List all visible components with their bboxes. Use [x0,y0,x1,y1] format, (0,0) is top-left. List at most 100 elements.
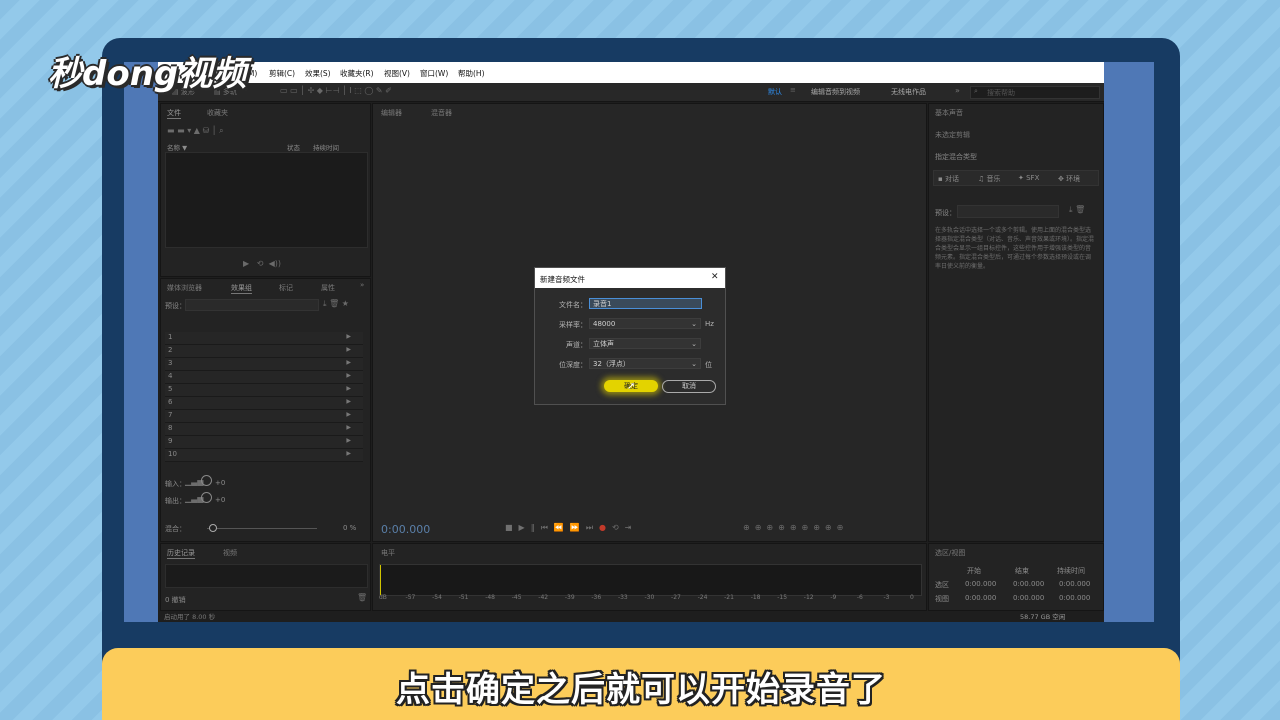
level-scale-tick: dB [379,594,387,601]
effect-slot-10[interactable]: 10 ▶ [165,449,363,462]
bitdepth-select[interactable]: 32（浮点） ⌄ [589,358,701,369]
tab-levels[interactable]: 电平 [381,548,395,558]
menu-clip[interactable]: 剪辑(C) [269,68,295,79]
workspace-radio[interactable]: 无线电作品 [891,87,926,97]
tab-properties[interactable]: 属性 [321,283,335,293]
selection-start[interactable]: 0:00.000 [965,580,996,588]
effect-slot-2[interactable]: 2 ▶ [165,345,363,358]
slot-number: 7 [168,411,173,419]
output-knob[interactable] [201,492,212,503]
view-end[interactable]: 0:00.000 [1013,594,1044,602]
view-duration[interactable]: 0:00.000 [1059,594,1090,602]
toolbar-tools-icons[interactable]: ▭ ▭ │ ✢ ◆ ⊢⊣ │ I ⬚ ◯ ✎ ✐ [280,86,392,95]
slot-arrow-icon[interactable]: ▶ [346,346,351,353]
slot-arrow-icon[interactable]: ▶ [346,398,351,405]
slot-arrow-icon[interactable]: ▶ [346,372,351,379]
workspace-edit-video[interactable]: 编辑音频到视频 [811,87,860,97]
tab-video[interactable]: 视频 [223,548,237,558]
col-duration[interactable]: 持续时间 [313,142,339,152]
tab-mixer[interactable]: 混音器 [431,108,452,118]
effect-slot-9[interactable]: 9 ▶ [165,436,363,449]
panel-overflow-icon[interactable]: » [360,281,364,289]
search-help-input[interactable]: ⌕ 搜索帮助 [970,86,1100,99]
tab-markers[interactable]: 标记 [279,283,293,293]
menu-help[interactable]: 帮助(H) [458,68,485,79]
channels-select[interactable]: 立体声 ⌄ [589,338,701,349]
menu-favorites[interactable]: 收藏夹(R) [340,68,374,79]
col-name[interactable]: 名称 ▼ [167,142,187,152]
tab-favorites[interactable]: 收藏夹 [207,108,228,118]
menu-effects[interactable]: 效果(S) [305,68,331,79]
col-duration: 持续时间 [1057,567,1085,575]
type-dialogue-button[interactable]: ▪ 对话 [938,174,959,184]
col-status[interactable]: 状态 [287,142,300,152]
slot-number: 5 [168,385,173,393]
effect-slot-7[interactable]: 7 ▶ [165,410,363,423]
type-ambience-button[interactable]: ✥ 环境 [1058,174,1080,184]
es-preset-label: 预设： [935,209,956,217]
files-toolbar-icons[interactable]: ▬ ▬ ▾ ▲ ⛁ │ ⌕ [167,126,224,136]
cancel-button[interactable]: 取消 [662,380,716,393]
selection-row-label: 选区 [935,581,949,589]
level-scale-tick: -36 [591,594,602,601]
files-playback-icons[interactable]: ▶ ⟲ ◀)) [243,259,281,268]
workspace-menu-icon[interactable]: ≡ [790,86,796,94]
selection-duration[interactable]: 0:00.000 [1059,580,1090,588]
filename-input[interactable]: 录音1 [589,298,702,309]
files-list[interactable] [165,152,368,248]
essential-sound-description: 在多轨会话中选择一个或多个剪辑。使用上面的混合类型选择器指定混合类型（对话、音乐… [935,227,1095,270]
slot-arrow-icon[interactable]: ▶ [346,424,351,431]
input-knob[interactable] [201,475,212,486]
menu-view[interactable]: 视图(V) [384,68,410,79]
chevron-down-icon: ⌄ [691,360,697,368]
slot-arrow-icon[interactable]: ▶ [346,333,351,340]
view-start[interactable]: 0:00.000 [965,594,996,602]
view-row-label: 视图 [935,595,949,603]
slot-arrow-icon[interactable]: ▶ [346,411,351,418]
zoom-controls[interactable]: ⊕⊕⊕⊕⊕⊕⊕⊕⊕ [743,523,848,532]
slot-arrow-icon[interactable]: ▶ [346,359,351,366]
tab-effects-rack[interactable]: 效果组 [231,283,252,294]
record-icon[interactable]: ● [599,523,612,532]
close-icon[interactable]: ✕ [711,272,719,282]
effect-slot-8[interactable]: 8 ▶ [165,423,363,436]
type-sfx-button[interactable]: ✦ SFX [1018,174,1039,182]
slot-arrow-icon[interactable]: ▶ [346,385,351,392]
disk-space: 58.77 GB 空闲 [1020,613,1066,621]
slot-arrow-icon[interactable]: ▶ [346,450,351,457]
tab-files[interactable]: 文件 [167,108,181,119]
selection-end[interactable]: 0:00.000 [1013,580,1044,588]
preset-dropdown[interactable] [185,299,319,311]
preset-action-icons[interactable]: ⤓ 🗑 ★ [323,299,349,309]
effect-slot-5[interactable]: 5 ▶ [165,384,363,397]
mix-slider[interactable] [207,528,317,529]
history-list[interactable] [165,564,368,588]
tab-editor[interactable]: 编辑器 [381,108,402,118]
slot-arrow-icon[interactable]: ▶ [346,437,351,444]
bitdepth-label: 位深度： [559,361,587,369]
effect-slot-3[interactable]: 3 ▶ [165,358,363,371]
es-preset-dropdown[interactable] [957,205,1059,218]
es-preset-icons[interactable]: ⤓ 🗑 [1069,205,1085,215]
effect-slot-4[interactable]: 4 ▶ [165,371,363,384]
mix-slider-handle[interactable] [209,524,217,532]
slot-number: 10 [168,450,177,458]
tab-history[interactable]: 历史记录 [167,548,195,559]
workspace-overflow-icon[interactable]: » [955,86,960,95]
samplerate-select[interactable]: 48000 ⌄ [589,318,701,329]
type-music-button[interactable]: ♫ 音乐 [978,174,1001,184]
level-meter [379,564,922,596]
bitdepth-value: 32（浮点） [593,360,630,368]
input-value: +0 [215,479,226,487]
level-scale-tick: -12 [803,594,814,601]
slot-number: 3 [168,359,173,367]
effect-slot-6[interactable]: 6 ▶ [165,397,363,410]
level-scale-tick: -57 [405,594,416,601]
transport-controls[interactable]: ■▶‖⏮⏪⏩⏭●⟲⇥ [505,523,637,533]
menu-window[interactable]: 窗口(W) [420,68,448,79]
tab-media-browser[interactable]: 媒体浏览器 [167,283,202,293]
history-delete-icon[interactable]: 🗑 [357,593,367,602]
workspace-default[interactable]: 默认 [768,87,782,97]
essential-sound-panel: 基本声音 未选定剪辑 指定混合类型 ▪ 对话 ♫ 音乐 ✦ SFX ✥ 环境 预… [928,103,1104,542]
effect-slot-1[interactable]: 1 ▶ [165,332,363,345]
